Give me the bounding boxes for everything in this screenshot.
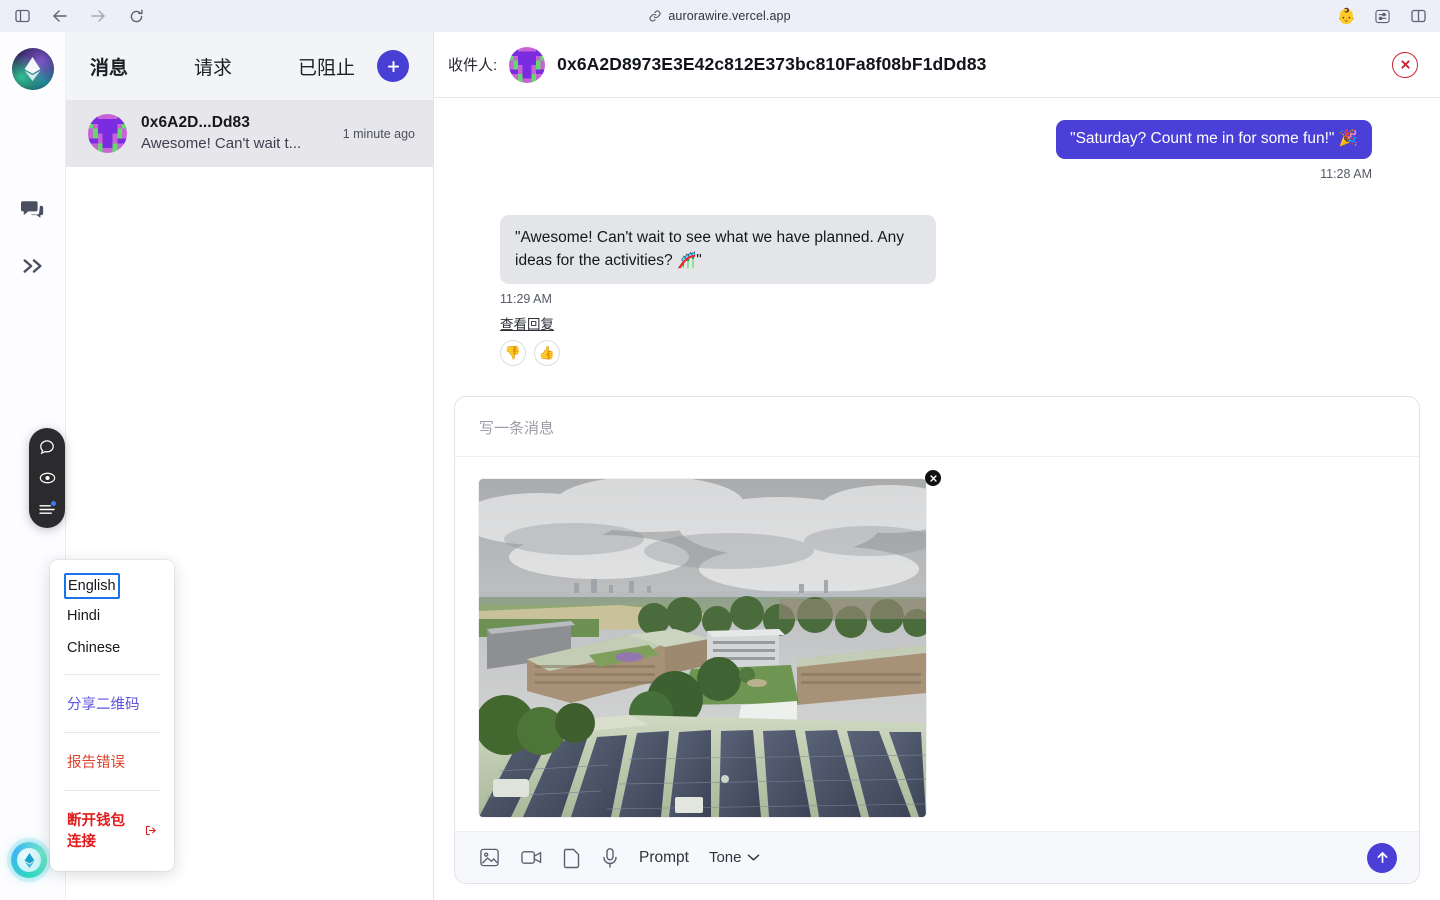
url-text: aurorawire.vercel.app <box>668 9 791 23</box>
remove-attachment-button[interactable] <box>925 470 941 486</box>
attachment-preview <box>479 470 941 817</box>
split-view-icon[interactable] <box>1408 6 1428 26</box>
peer-avatar <box>509 46 546 83</box>
composer-toolbar: Prompt Tone <box>455 831 1419 883</box>
message-composer: 写一条消息 Prompt Tone <box>454 396 1420 884</box>
menu-item-report-bug[interactable]: 报告错误 <box>50 743 174 780</box>
logout-icon <box>146 825 156 835</box>
see-replies-link[interactable]: 查看回复 <box>500 313 554 333</box>
video-icon[interactable] <box>520 847 543 868</box>
ethereum-diamond-glyph <box>24 852 34 868</box>
menu-item-share-qr[interactable]: 分享二维码 <box>50 685 174 722</box>
message-reactions: 👎 👍 <box>500 340 560 367</box>
menu-item-chinese[interactable]: Chinese <box>50 632 174 664</box>
message-thread: "Saturday? Count me in for some fun!" 🎉 … <box>434 98 1440 396</box>
menu-item-disconnect-label: 断开钱包连接 <box>67 813 125 850</box>
eye-icon[interactable] <box>37 468 57 488</box>
app-root: 消息 请求 已阻止 0x6A2D...Dd83 Awesome! Can't w… <box>0 32 1440 900</box>
conversation-text: 0x6A2D...Dd83 Awesome! Can't wait t... <box>141 113 329 154</box>
tab-blocked[interactable]: 已阻止 <box>296 53 357 80</box>
wallet-orb-button[interactable] <box>11 842 47 878</box>
reload-icon[interactable] <box>126 6 146 26</box>
menu-divider <box>64 674 160 675</box>
notification-dot <box>51 501 56 506</box>
message-bubble: "Saturday? Count me in for some fun!" 🎉 <box>1056 120 1372 159</box>
arrow-up-icon <box>1377 852 1387 864</box>
browser-toolbar: aurorawire.vercel.app 👶 <box>0 0 1440 32</box>
chat-bubbles-icon[interactable] <box>13 190 53 230</box>
prompt-button[interactable]: Prompt <box>639 849 689 867</box>
conversation-preview: Awesome! Can't wait t... <box>141 134 302 152</box>
tone-dropdown[interactable]: Tone <box>709 849 760 866</box>
reaction-thumbs-down-icon[interactable]: 👎 <box>500 340 526 367</box>
tab-requests[interactable]: 请求 <box>192 53 234 80</box>
avatar <box>88 114 127 153</box>
extensions-settings-icon[interactable] <box>1372 6 1392 26</box>
wallet-orb-inner <box>17 848 41 872</box>
attached-image <box>479 479 926 817</box>
chevron-down-icon <box>747 854 759 861</box>
conversation-timestamp: 1 minute ago <box>342 126 415 141</box>
browser-right-controls: 👶 <box>1337 6 1428 26</box>
browser-nav-controls <box>12 6 146 26</box>
settings-dropdown-menu: English Hindi Chinese 分享二维码 报告错误 断开钱包连接 <box>50 560 174 871</box>
profile-avatar-icon[interactable]: 👶 <box>1337 9 1356 24</box>
close-icon <box>1400 60 1410 69</box>
address-bar[interactable]: aurorawire.vercel.app <box>0 9 1440 23</box>
chat-header: 收件人: 0x6A2D8973E3E42c812E373bc810Fa8f08b… <box>434 32 1440 98</box>
message-incoming: "Awesome! Can't wait to see what we have… <box>500 214 1372 367</box>
menu-divider <box>64 732 160 733</box>
menu-item-disconnect-wallet[interactable]: 断开钱包连接 <box>50 801 174 859</box>
message-outgoing: "Saturday? Count me in for some fun!" 🎉 … <box>500 120 1372 181</box>
message-bubble: "Awesome! Can't wait to see what we have… <box>500 214 936 285</box>
menu-item-hindi[interactable]: Hindi <box>50 600 174 632</box>
file-icon[interactable] <box>563 847 581 869</box>
menu-divider <box>64 790 160 791</box>
close-icon <box>929 474 937 482</box>
forward-arrow-icon[interactable] <box>88 6 108 26</box>
recipient-label: 收件人: <box>448 57 498 74</box>
image-icon[interactable] <box>479 847 500 868</box>
floating-tool-widget <box>29 428 65 528</box>
ethereum-diamond-glyph <box>24 57 41 81</box>
attachment-area <box>455 457 1419 831</box>
comment-icon[interactable] <box>37 437 57 457</box>
conversation-list-item[interactable]: 0x6A2D...Dd83 Awesome! Can't wait t... 1… <box>66 100 433 167</box>
message-timestamp: 11:29 AM <box>500 292 552 307</box>
blockie-avatar-glyph <box>88 114 127 153</box>
list-icon[interactable] <box>37 499 57 519</box>
back-arrow-icon[interactable] <box>50 6 70 26</box>
message-timestamp: 11:28 AM <box>1320 166 1372 181</box>
conversation-name: 0x6A2D...Dd83 <box>141 113 250 131</box>
send-button[interactable] <box>1367 842 1397 873</box>
double-chevron-right-icon[interactable] <box>13 246 53 286</box>
aurorawire-logo-icon[interactable] <box>11 48 54 90</box>
menu-item-english[interactable]: English <box>64 573 120 599</box>
tone-label: Tone <box>708 849 742 866</box>
peer-address: 0x6A2D8973E3E42c812E373bc810Fa8f08bF1dDd… <box>557 54 987 74</box>
tab-messages[interactable]: 消息 <box>88 53 130 80</box>
chat-panel: 收件人: 0x6A2D8973E3E42c812E373bc810Fa8f08b… <box>434 32 1440 900</box>
microphone-icon[interactable] <box>601 847 619 869</box>
blockie-avatar-glyph <box>509 46 546 83</box>
message-input[interactable]: 写一条消息 <box>455 397 1419 457</box>
conversation-tabs: 消息 请求 已阻止 <box>66 32 433 100</box>
sidebar-toggle-icon[interactable] <box>12 6 32 26</box>
close-conversation-button[interactable] <box>1392 51 1418 78</box>
plus-icon <box>387 60 399 72</box>
link-icon <box>649 10 661 22</box>
new-conversation-button[interactable] <box>377 50 409 82</box>
reaction-thumbs-up-icon[interactable]: 👍 <box>534 340 560 367</box>
